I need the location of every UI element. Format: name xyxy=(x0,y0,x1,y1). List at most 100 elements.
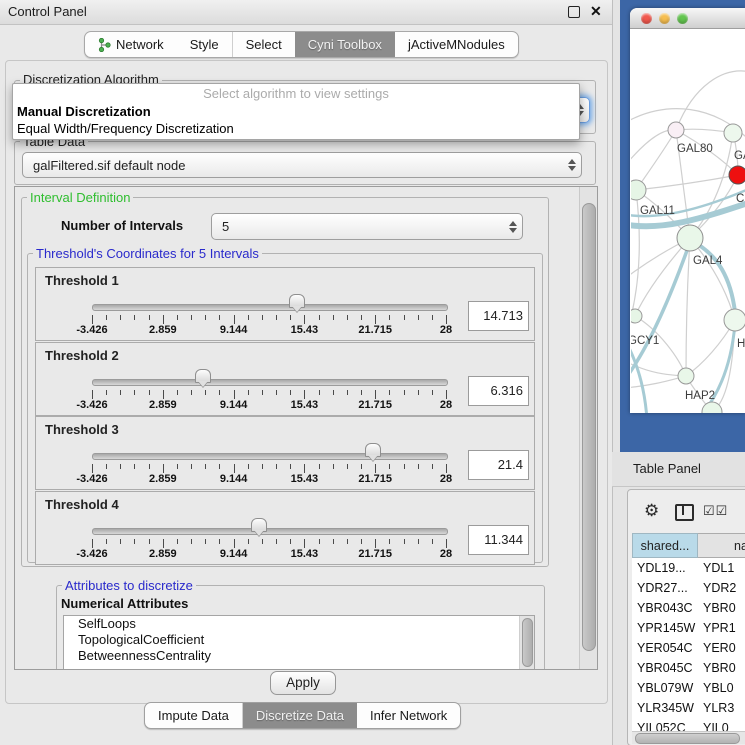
slider-tick xyxy=(389,315,390,320)
attribute-list-item[interactable]: TopologicalCoefficient xyxy=(64,632,534,648)
table-horizontal-scrollbar-thumb[interactable] xyxy=(635,733,740,744)
threshold-slider-track[interactable] xyxy=(92,304,448,311)
threshold-slider-track[interactable] xyxy=(92,379,448,386)
table-row[interactable]: YDL19...YDL1 xyxy=(632,558,745,578)
number-of-intervals-combobox[interactable]: 5 xyxy=(211,213,523,240)
slider-tick xyxy=(290,315,291,320)
tab-style[interactable]: Style xyxy=(177,32,233,57)
threshold-value-field[interactable]: 14.713 xyxy=(468,301,529,331)
threshold-slider-handle[interactable] xyxy=(289,294,305,308)
network-node-gal11[interactable] xyxy=(631,180,646,200)
network-node-h-node[interactable] xyxy=(724,309,745,331)
column-header-shared-name[interactable]: shared... xyxy=(632,533,698,558)
tab-impute-data[interactable]: Impute Data xyxy=(145,703,243,728)
network-node-gcy1[interactable] xyxy=(631,309,642,323)
checkbox-icons[interactable]: ☑☑ xyxy=(703,503,728,519)
network-edge xyxy=(676,71,745,130)
threshold-slider-handle[interactable] xyxy=(365,443,381,457)
network-node-red-node[interactable] xyxy=(729,166,745,184)
network-node-gal4[interactable] xyxy=(677,225,703,251)
tab-infer-network[interactable]: Infer Network xyxy=(357,703,460,728)
dropdown-option-manual-discretization[interactable]: Manual Discretization xyxy=(13,103,583,121)
attributes-group-label: Attributes to discretize xyxy=(62,578,196,593)
network-window-titlebar[interactable] xyxy=(630,8,745,29)
table-row[interactable]: YLR345WYLR3 xyxy=(632,698,745,718)
combo-stepper-icon xyxy=(563,159,581,171)
network-node-top-right[interactable] xyxy=(724,124,742,142)
table-horizontal-scrollbar[interactable] xyxy=(632,731,745,744)
table-row[interactable]: YER054CYER0 xyxy=(632,638,745,658)
slider-tick xyxy=(418,390,419,395)
threshold-value-field[interactable]: 6.316 xyxy=(468,376,529,406)
slider-tick xyxy=(361,539,362,544)
threshold-slider-track[interactable] xyxy=(92,453,448,460)
network-node-gal80[interactable] xyxy=(668,122,684,138)
slider-scale-label: 21.715 xyxy=(358,473,392,485)
apply-button[interactable]: Apply xyxy=(270,671,336,695)
slider-tick xyxy=(205,315,206,320)
tab-discretize-data[interactable]: Discretize Data xyxy=(243,703,357,728)
settings-scrollbar-thumb[interactable] xyxy=(582,203,596,651)
slider-tick xyxy=(304,315,305,324)
tab-network[interactable]: Network xyxy=(85,32,177,57)
slider-scale-label: 15.43 xyxy=(291,399,319,411)
network-canvas[interactable]: GAL80GACGAL11GAL4HGCY1HAP2 xyxy=(631,28,745,413)
threshold-slider-track[interactable] xyxy=(92,528,448,535)
close-traffic-light-icon[interactable] xyxy=(641,13,652,24)
threshold-panel: Threshold 4 11.344 -3.4262.8599.14415.43… xyxy=(35,491,535,565)
dropdown-option-equal-width-frequency[interactable]: Equal Width/Frequency Discretization xyxy=(13,120,583,138)
threshold-slider-handle[interactable] xyxy=(251,518,267,532)
network-edge xyxy=(631,130,676,168)
slider-tick xyxy=(347,390,348,395)
table-row[interactable]: YIL052CYIL0 xyxy=(632,718,745,731)
network-node-hap2[interactable] xyxy=(678,368,694,384)
tab-jactivemnodules[interactable]: jActiveMNodules xyxy=(395,32,518,57)
attribute-list-item[interactable]: SelfLoops xyxy=(64,616,534,632)
table-row[interactable]: YBR045CYBR0 xyxy=(632,658,745,678)
cell-shared-name: YER054C xyxy=(632,638,699,658)
table-row[interactable]: YBL079WYBL0 xyxy=(632,678,745,698)
slider-scale-label: -3.426 xyxy=(76,473,107,485)
table-row[interactable]: YDR27...YDR2 xyxy=(632,578,745,598)
settings-scrollbar[interactable] xyxy=(579,187,597,669)
threshold-slider-handle[interactable] xyxy=(195,369,211,383)
list-scrollbar-thumb[interactable] xyxy=(522,618,533,667)
tab-select[interactable]: Select xyxy=(233,32,295,57)
slider-tick xyxy=(347,539,348,544)
screen: Control Panel ✕ Network Style Select Cyn… xyxy=(0,0,745,745)
tab-label: jActiveMNodules xyxy=(408,37,505,52)
threshold-panel: Threshold 3 21.4 -3.4262.8599.14415.4321… xyxy=(35,416,535,490)
numerical-attributes-list[interactable]: SelfLoopsTopologicalCoefficientBetweenne… xyxy=(63,615,535,670)
cell-name: YPR1 xyxy=(699,618,745,638)
tab-cyni-toolbox[interactable]: Cyni Toolbox xyxy=(295,32,395,57)
slider-tick xyxy=(234,390,235,399)
network-node-label: HAP2 xyxy=(685,390,715,402)
column-header-name[interactable]: na xyxy=(698,533,745,558)
slider-tick xyxy=(446,315,447,324)
cell-shared-name: YBR045C xyxy=(632,658,699,678)
list-scrollbar[interactable] xyxy=(519,616,534,669)
number-of-intervals-value: 5 xyxy=(212,219,504,234)
slider-tick xyxy=(205,539,206,544)
slider-tick xyxy=(120,464,121,469)
table-data-combobox[interactable]: galFiltered.sif default node xyxy=(22,152,582,178)
minimize-traffic-light-icon[interactable] xyxy=(659,13,670,24)
threshold-value-field[interactable]: 11.344 xyxy=(468,525,529,555)
interval-definition-label: Interval Definition xyxy=(27,190,133,205)
slider-tick xyxy=(149,390,150,395)
top-tab-bar: Network Style Select Cyni Toolbox jActiv… xyxy=(84,31,519,58)
attribute-list-item[interactable]: BetweennessCentrality xyxy=(64,648,534,664)
tab-label: Network xyxy=(116,37,164,52)
zoom-traffic-light-icon[interactable] xyxy=(677,13,688,24)
table-row[interactable]: YBR043CYBR0 xyxy=(632,598,745,618)
table-body[interactable]: YDL19...YDL1YDR27...YDR2YBR043CYBR0YPR14… xyxy=(632,558,745,731)
checkbox-icon: ☑ xyxy=(716,503,729,518)
columns-icon[interactable] xyxy=(675,504,694,521)
float-window-icon[interactable] xyxy=(568,6,580,18)
slider-scale-label: 15.43 xyxy=(291,324,319,336)
bottom-tab-bar: Impute Data Discretize Data Infer Networ… xyxy=(144,702,461,729)
threshold-value-field[interactable]: 21.4 xyxy=(468,450,529,480)
table-row[interactable]: YPR145WYPR1 xyxy=(632,618,745,638)
gear-icon[interactable]: ⚙ xyxy=(644,501,659,521)
close-icon[interactable]: ✕ xyxy=(590,3,602,20)
